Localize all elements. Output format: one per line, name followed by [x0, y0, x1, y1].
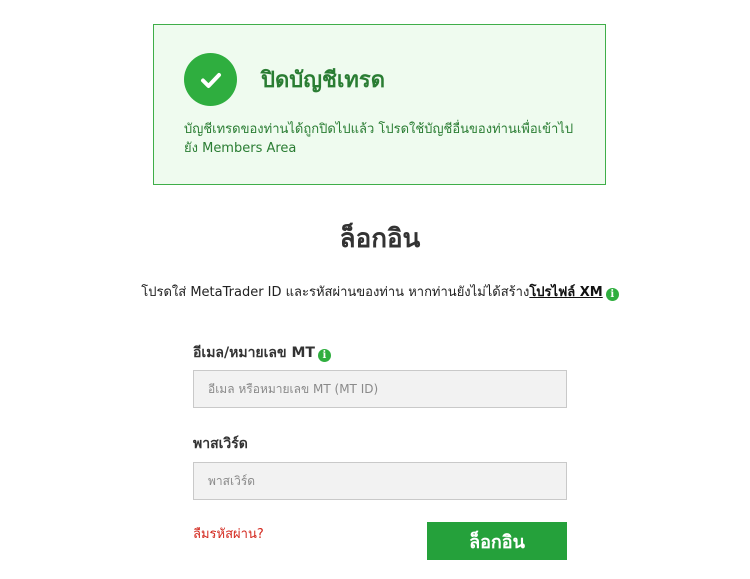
forgot-password-link[interactable]: ลืมรหัสผ่าน?	[193, 523, 264, 544]
account-closed-alert: ปิดบัญชีเทรด บัญชีเทรดของท่านได้ถูกปิดไป…	[153, 24, 606, 185]
xm-profile-link[interactable]: โปรไฟล์ XM	[529, 285, 602, 300]
email-input[interactable]	[193, 370, 567, 408]
login-title: ล็อกอิน	[339, 224, 421, 254]
alert-title: ปิดบัญชีเทรด	[261, 68, 386, 93]
email-label: อีเมล/หมายเลข MT	[193, 345, 315, 361]
password-input[interactable]	[193, 462, 567, 500]
login-button[interactable]: ล็อกอิน	[427, 522, 567, 560]
email-label-row: อีเมล/หมายเลข MT i	[193, 342, 331, 364]
alert-message: บัญชีเทรดของท่านได้ถูกปิดไปแล้ว โปรดใช้บ…	[184, 122, 574, 156]
info-icon[interactable]: i	[605, 288, 619, 301]
instruction-text: โปรดใส่ MetaTrader ID และรหัสผ่านของท่าน…	[141, 285, 530, 300]
password-label: พาสเวิร์ด	[193, 436, 248, 452]
info-icon[interactable]: i	[317, 349, 331, 362]
login-instruction: โปรดใส่ MetaTrader ID และรหัสผ่านของท่าน…	[0, 281, 750, 302]
checkmark-icon	[184, 53, 237, 106]
